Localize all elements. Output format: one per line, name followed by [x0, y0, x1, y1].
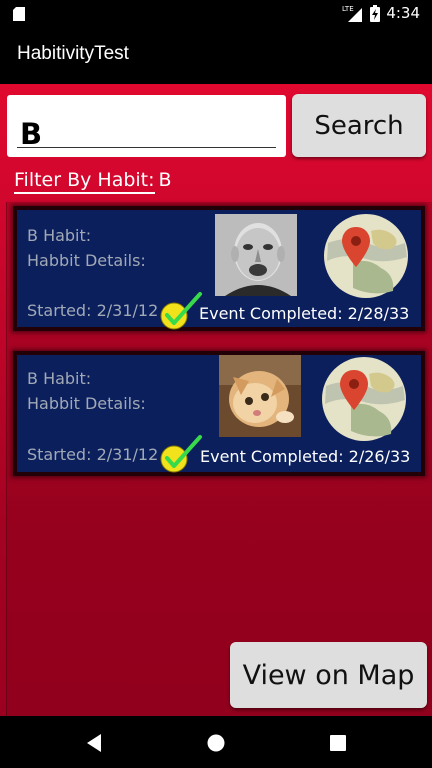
habit-started-date: Started: 2/31/12 [27, 445, 159, 464]
back-icon[interactable] [86, 734, 102, 752]
completed-check-icon [160, 292, 202, 330]
search-button[interactable]: Search [292, 94, 426, 157]
habit-name: B Habit: [27, 226, 92, 245]
navigation-bar [0, 716, 432, 768]
habit-photo-portrait [215, 214, 297, 296]
completed-check-icon [160, 435, 202, 473]
filter-row: Filter By Habit: B [14, 169, 172, 194]
habit-event-completed: Event Completed: 2/28/33 [199, 304, 410, 323]
clock: 4:34 [386, 4, 420, 22]
filter-value: B [158, 169, 172, 191]
habit-card[interactable]: B Habit: Habbit Details: Started: 2/31/1… [13, 351, 425, 476]
view-on-map-button[interactable]: View on Map [230, 642, 427, 708]
search-input-value: B [20, 117, 43, 151]
app-title: HabitivityTest [17, 43, 129, 64]
app-bar: HabitivityTest [0, 28, 432, 84]
status-bar: LTE 4:34 [0, 0, 432, 28]
map-location-icon[interactable] [321, 356, 407, 442]
battery-charging-icon [370, 4, 381, 22]
search-input[interactable]: B [7, 95, 286, 157]
habit-details: Habbit Details: [27, 394, 146, 413]
main-content: B Search Filter By Habit: B B Habit: Habb… [0, 84, 432, 718]
habit-name: B Habit: [27, 369, 92, 388]
habit-card[interactable]: B Habit: Habbit Details: Started: 2/31/1… [13, 206, 425, 331]
map-location-icon[interactable] [323, 213, 409, 299]
recents-icon[interactable] [330, 735, 346, 751]
sd-card-icon [13, 7, 25, 21]
network-type: LTE [342, 5, 354, 13]
search-input-underline [17, 147, 276, 148]
signal-icon: LTE [342, 5, 363, 22]
home-icon[interactable] [207, 734, 225, 752]
habit-started-date: Started: 2/31/12 [27, 301, 159, 320]
habit-details: Habbit Details: [27, 251, 146, 270]
habit-list[interactable]: B Habit: Habbit Details: Started: 2/31/1… [6, 202, 432, 718]
habit-photo-kitten [219, 355, 301, 437]
filter-label: Filter By Habit: [14, 169, 155, 194]
habit-event-completed: Event Completed: 2/26/33 [200, 447, 411, 466]
